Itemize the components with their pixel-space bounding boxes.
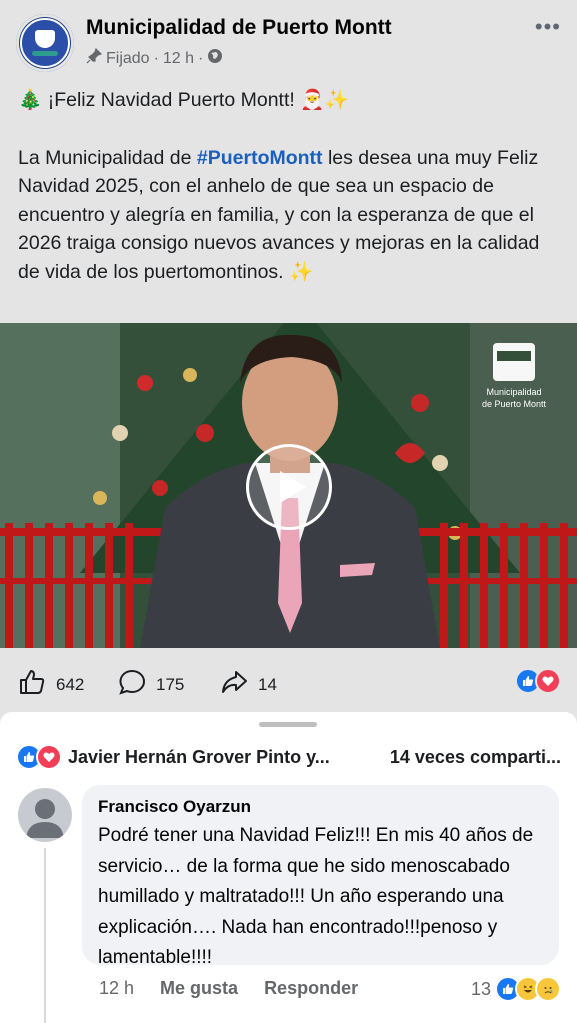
post-actions-bar: 642 175 14 — [0, 648, 577, 710]
post-reactions[interactable] — [515, 668, 561, 694]
sad-reaction-icon — [535, 976, 561, 1002]
love-reaction-icon — [36, 744, 62, 770]
shares-text[interactable]: 14 veces comparti... — [390, 747, 561, 768]
reactors-text[interactable]: Javier Hernán Grover Pinto y... — [68, 747, 330, 768]
reactions-summary[interactable]: Javier Hernán Grover Pinto y... 14 veces… — [16, 744, 561, 770]
page-name[interactable]: Municipalidad de Puerto Montt — [86, 16, 392, 40]
summary-reaction-icons — [16, 744, 62, 770]
comment-button[interactable]: 175 — [118, 668, 184, 701]
comment-reply-button[interactable]: Responder — [264, 978, 358, 999]
post-body: La Municipalidad de #PuertoMontt les des… — [18, 146, 540, 283]
pin-icon — [86, 47, 103, 69]
comment-icon — [118, 668, 146, 701]
globe-icon — [207, 48, 223, 69]
comment-time[interactable]: 12 h — [99, 978, 134, 999]
thread-line — [44, 848, 46, 1023]
video-logo-line1: Municipalidad — [486, 387, 541, 397]
comment-text: Podré tener una Navidad Feliz!!! En mis … — [98, 825, 534, 968]
post-meta: Fijado · 12 h · — [86, 47, 223, 69]
post-text: 🎄 ¡Feliz Navidad Puerto Montt! 🎅✨ La Mun… — [18, 86, 563, 286]
love-reaction-icon — [535, 668, 561, 694]
default-user-icon — [26, 799, 64, 838]
comment-like-button[interactable]: Me gusta — [160, 978, 238, 999]
comment-author[interactable]: Francisco Oyarzun — [98, 797, 251, 817]
like-button[interactable]: 642 — [18, 668, 84, 701]
comment-actions: 12 h Me gusta Responder — [99, 978, 358, 999]
share-button[interactable]: 14 — [220, 668, 277, 701]
share-icon — [220, 668, 248, 701]
play-icon[interactable] — [246, 444, 332, 530]
hashtag-link[interactable]: #PuertoMontt — [197, 147, 323, 169]
more-options-icon[interactable]: ••• — [535, 14, 561, 40]
like-icon — [18, 668, 46, 701]
pinned-label: Fijado — [106, 49, 150, 67]
comment-reaction-count: 13 — [470, 978, 491, 999]
post-headline: 🎄 ¡Feliz Navidad Puerto Montt! 🎅✨ — [18, 89, 349, 111]
sheet-drag-handle[interactable] — [259, 722, 317, 727]
post-card: Municipalidad de Puerto Montt Fijado · 1… — [0, 0, 577, 712]
comment-reactions[interactable]: 13 — [471, 976, 561, 1002]
comments-sheet: Javier Hernán Grover Pinto y... 14 veces… — [0, 712, 577, 1023]
commenter-avatar[interactable] — [18, 788, 72, 842]
comment-bubble: Francisco Oyarzun Podré tener una Navida… — [82, 785, 559, 968]
post-time[interactable]: 12 h — [163, 50, 194, 68]
video-logo-line2: de Puerto Montt — [482, 399, 547, 409]
page-logo — [20, 18, 70, 68]
page-avatar[interactable] — [16, 14, 74, 72]
